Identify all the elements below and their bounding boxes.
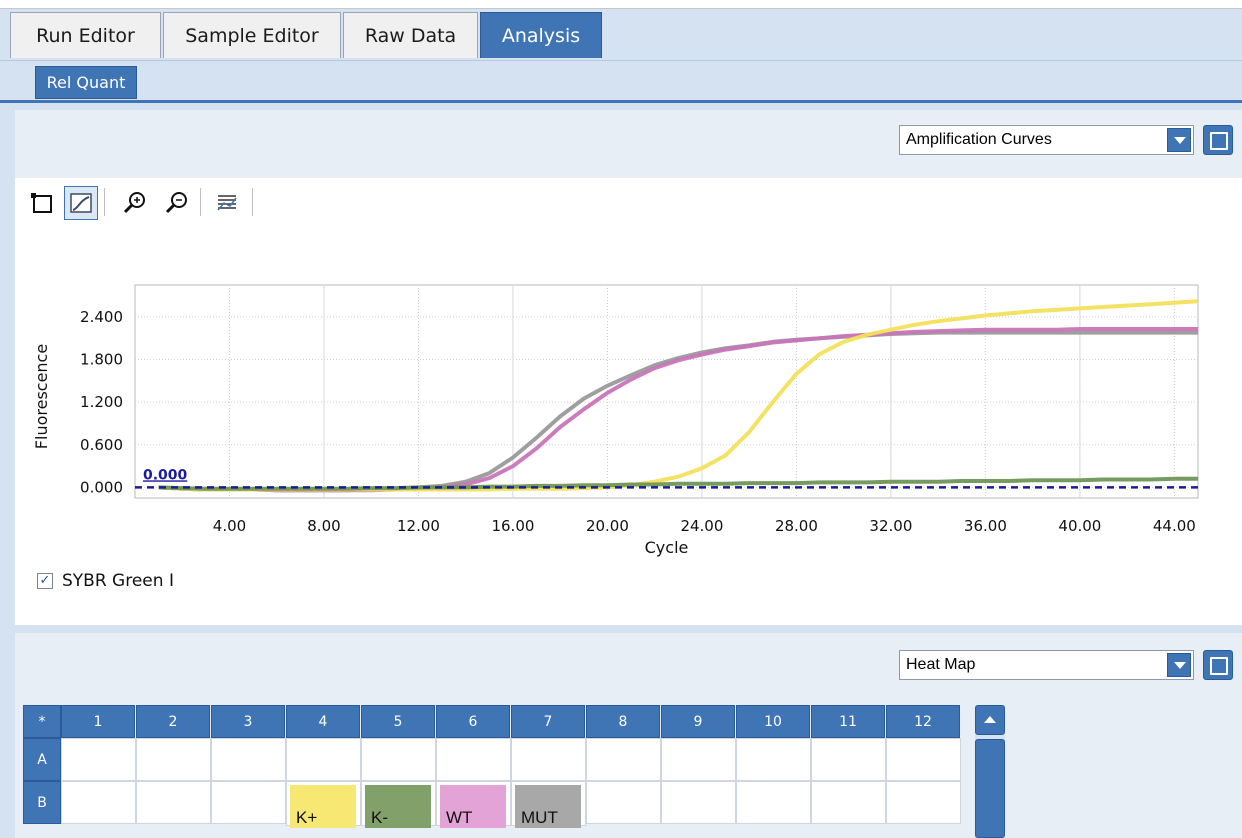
column-header-7[interactable]: 7 xyxy=(511,705,585,738)
plate-well[interactable] xyxy=(661,781,736,824)
plate-well[interactable] xyxy=(661,738,736,781)
row-header-A[interactable]: A xyxy=(23,738,61,781)
plate-well[interactable]: MUT xyxy=(511,781,586,828)
plate-corner[interactable]: * xyxy=(23,705,61,738)
plate-well[interactable] xyxy=(211,781,286,824)
plate-well[interactable]: WT xyxy=(436,781,511,828)
column-header-1[interactable]: 1 xyxy=(61,705,135,738)
plate-well[interactable] xyxy=(736,781,811,824)
column-header-9[interactable]: 9 xyxy=(661,705,735,738)
scroll-thumb[interactable] xyxy=(975,739,1005,838)
well-label-K-: K- xyxy=(365,785,431,828)
plate-well[interactable] xyxy=(136,738,211,781)
y-tick-label: 2.400 xyxy=(80,308,123,326)
heat-view-select[interactable]: Heat Map xyxy=(899,650,1194,680)
plate-well[interactable] xyxy=(811,781,886,824)
plate-well[interactable] xyxy=(61,738,136,781)
plate-well[interactable] xyxy=(736,738,811,781)
x-tick-label: 44.00 xyxy=(1153,517,1196,535)
plate-well[interactable] xyxy=(286,738,361,781)
column-header-5[interactable]: 5 xyxy=(361,705,435,738)
plate-well[interactable] xyxy=(886,738,961,781)
column-header-12[interactable]: 12 xyxy=(886,705,960,738)
x-tick-label: 20.00 xyxy=(586,517,629,535)
column-header-3[interactable]: 3 xyxy=(211,705,285,738)
column-header-6[interactable]: 6 xyxy=(436,705,510,738)
plate-well[interactable] xyxy=(436,738,511,781)
plate-well[interactable] xyxy=(136,781,211,824)
sybr-green-checkbox[interactable]: ✓ xyxy=(37,573,53,589)
scroll-up-button[interactable] xyxy=(975,705,1005,735)
maximize-heatmap-button[interactable] xyxy=(1203,650,1233,680)
chevron-down-icon[interactable] xyxy=(1167,653,1191,677)
x-tick-label: 40.00 xyxy=(1058,517,1101,535)
x-tick-label: 24.00 xyxy=(680,517,723,535)
sybr-green-label: SYBR Green I xyxy=(62,571,174,591)
x-tick-label: 12.00 xyxy=(397,517,440,535)
x-tick-label: 4.00 xyxy=(213,517,246,535)
x-tick-label: 16.00 xyxy=(491,517,534,535)
plate-well[interactable] xyxy=(61,781,136,824)
plate-scrollbar[interactable] xyxy=(975,705,1005,838)
heat-view-select-value: Heat Map xyxy=(906,656,976,673)
plate-well[interactable] xyxy=(361,738,436,781)
plate-well[interactable]: K- xyxy=(361,781,436,828)
column-header-11[interactable]: 11 xyxy=(811,705,885,738)
y-axis-title: Fluorescence xyxy=(32,344,51,449)
plate-well[interactable] xyxy=(586,738,661,781)
well-label-K+: K+ xyxy=(290,785,356,828)
plate-well[interactable] xyxy=(511,738,586,781)
plate-well[interactable] xyxy=(811,738,886,781)
column-header-10[interactable]: 10 xyxy=(736,705,810,738)
column-header-8[interactable]: 8 xyxy=(586,705,660,738)
plate-well[interactable] xyxy=(886,781,961,824)
row-header-B[interactable]: B xyxy=(23,781,61,824)
y-tick-label: 0.000 xyxy=(80,478,123,496)
column-header-4[interactable]: 4 xyxy=(286,705,360,738)
plate-well[interactable]: K+ xyxy=(286,781,361,828)
x-tick-label: 36.00 xyxy=(964,517,1007,535)
well-label-MUT: MUT xyxy=(515,785,581,828)
well-label-WT: WT xyxy=(440,785,506,828)
plate-well[interactable] xyxy=(586,781,661,824)
column-header-2[interactable]: 2 xyxy=(136,705,210,738)
threshold-label: 0.000 xyxy=(143,467,188,483)
x-tick-label: 8.00 xyxy=(307,517,340,535)
y-tick-label: 1.200 xyxy=(80,393,123,411)
y-tick-label: 1.800 xyxy=(80,351,123,369)
x-tick-label: 28.00 xyxy=(775,517,818,535)
x-tick-label: 32.00 xyxy=(869,517,912,535)
y-tick-label: 0.600 xyxy=(80,436,123,454)
x-axis-title: Cycle xyxy=(645,538,689,557)
plate-well[interactable] xyxy=(211,738,286,781)
